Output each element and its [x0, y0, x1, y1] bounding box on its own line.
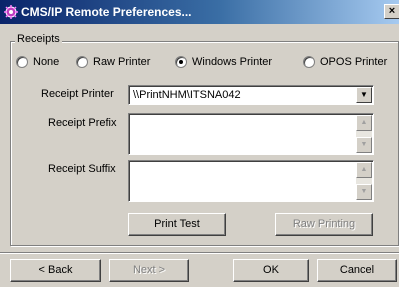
cancel-button[interactable]: Cancel [317, 259, 397, 282]
scroll-up-icon[interactable]: ▲ [356, 162, 372, 178]
back-button[interactable]: < Back [10, 259, 101, 282]
radio-circle[interactable] [303, 56, 315, 68]
scroll-down-icon[interactable]: ▼ [356, 184, 372, 200]
window-title: CMS/IP Remote Preferences... [21, 5, 192, 19]
receipt-printer-label: Receipt Printer [41, 88, 114, 100]
chevron-down-icon[interactable]: ▼ [356, 87, 372, 103]
preferences-window: CMS/IP Remote Preferences... × Receipts … [0, 0, 399, 287]
radio-raw-printer-label: Raw Printer [93, 56, 151, 68]
radio-opos-printer-label: OPOS Printer [320, 56, 388, 68]
receipt-printer-value: \\PrintNHM\ITSNA042 [133, 89, 241, 101]
radio-opos-printer[interactable]: OPOS Printer [303, 55, 387, 69]
receipt-prefix-label: Receipt Prefix [48, 117, 117, 129]
receipt-printer-select[interactable]: \\PrintNHM\ITSNA042 ▼ [128, 85, 374, 105]
title-bar[interactable]: CMS/IP Remote Preferences... × [0, 0, 399, 24]
next-button[interactable]: Next > [109, 259, 189, 282]
receipt-suffix-field[interactable]: ▲ ▼ [128, 160, 374, 202]
radio-circle[interactable] [16, 56, 28, 68]
scroll-up-icon[interactable]: ▲ [356, 115, 372, 131]
ok-button[interactable]: OK [233, 259, 309, 282]
footer-divider [0, 252, 399, 254]
radio-raw-printer[interactable]: Raw Printer [76, 55, 150, 69]
receipt-suffix-label: Receipt Suffix [48, 163, 116, 175]
radio-circle[interactable] [76, 56, 88, 68]
scroll-down-icon[interactable]: ▼ [356, 137, 372, 153]
radio-windows-printer-label: Windows Printer [192, 56, 273, 68]
close-button[interactable]: × [384, 4, 399, 19]
receipt-prefix-field[interactable]: ▲ ▼ [128, 113, 374, 155]
radio-windows-printer[interactable]: Windows Printer [175, 55, 272, 69]
suffix-scrollbar[interactable]: ▲ ▼ [356, 162, 372, 200]
receipts-group-label: Receipts [15, 33, 62, 45]
raw-printing-button[interactable]: Raw Printing [275, 213, 373, 236]
app-gear-icon [4, 5, 18, 19]
radio-circle-selected[interactable] [175, 56, 187, 68]
radio-none-label: None [33, 56, 60, 68]
radio-none[interactable]: None [16, 55, 59, 69]
prefix-scrollbar[interactable]: ▲ ▼ [356, 115, 372, 153]
print-test-button[interactable]: Print Test [128, 213, 226, 236]
